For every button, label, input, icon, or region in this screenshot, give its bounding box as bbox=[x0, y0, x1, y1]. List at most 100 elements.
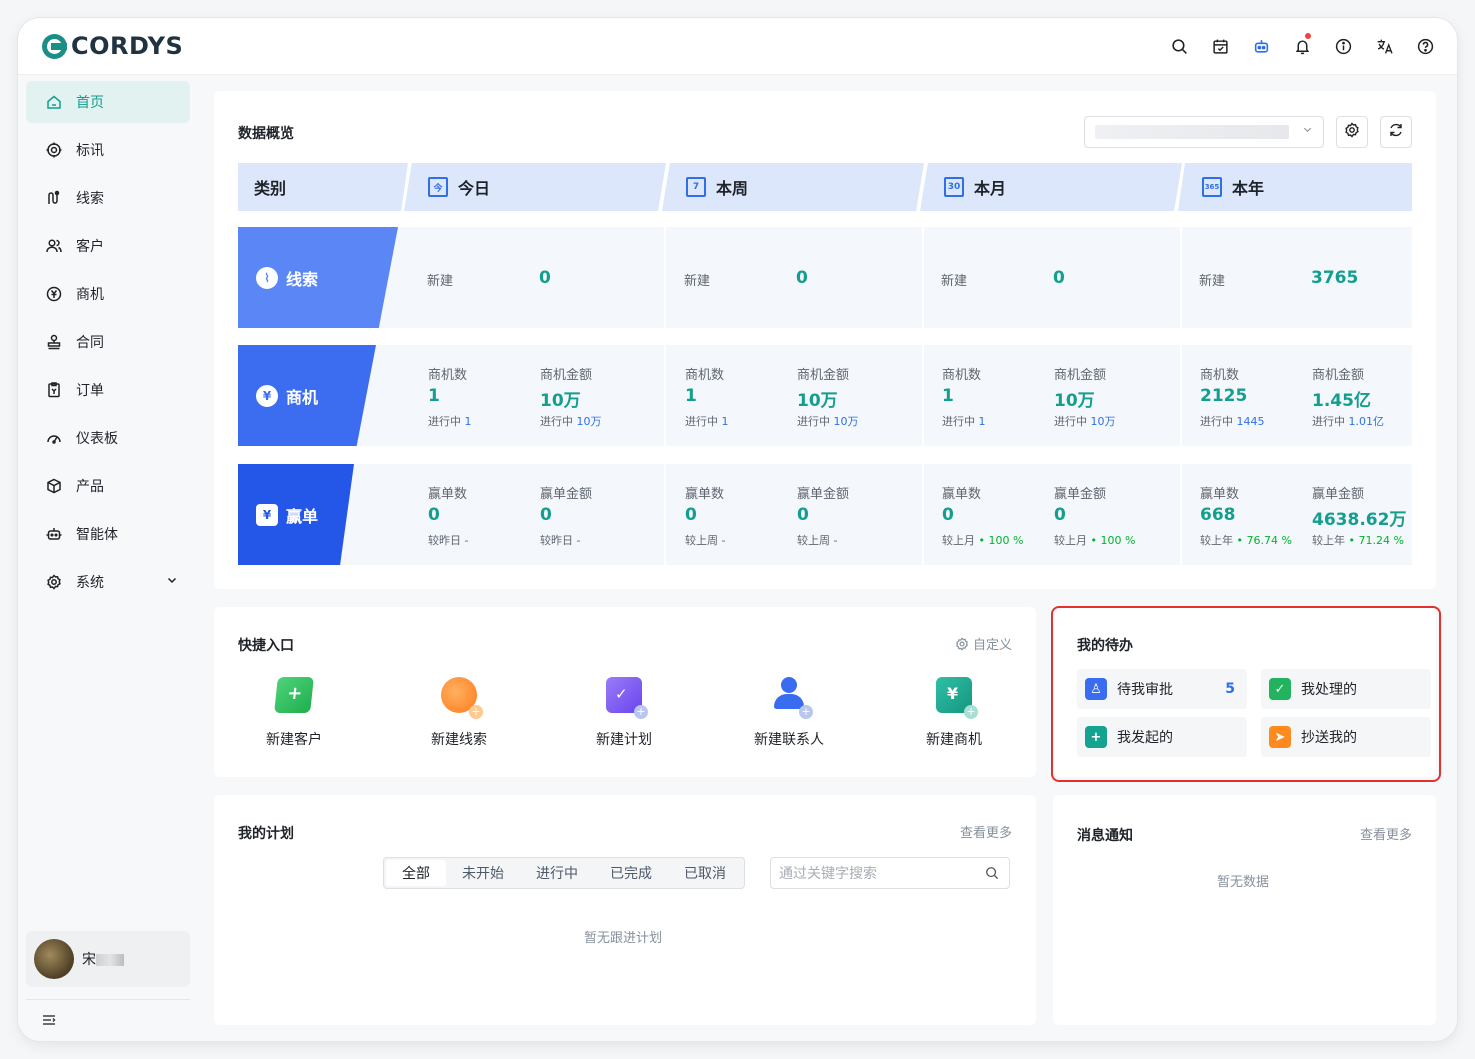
sidebar-item-label: 智能体 bbox=[76, 527, 118, 543]
user-name: 宋 bbox=[82, 949, 124, 969]
customize-button[interactable]: 自定义 bbox=[955, 634, 1012, 653]
chevron-down-icon bbox=[166, 574, 178, 589]
refresh-icon bbox=[1388, 122, 1404, 142]
new-clue-icon: + bbox=[441, 677, 483, 719]
win-count-sub: 较上年 • 76.74 % bbox=[1200, 534, 1292, 547]
win-count-label: 赢单数 bbox=[685, 487, 725, 502]
sidebar-item-system[interactable]: 系统 bbox=[26, 561, 190, 603]
sidebar-item-contract[interactable]: 合同 bbox=[26, 321, 190, 363]
plan-view-more-link[interactable]: 查看更多 bbox=[960, 822, 1012, 841]
opp-count-sub: 进行中 1 bbox=[428, 415, 472, 428]
calendar-icon: 30 bbox=[944, 177, 964, 197]
plan-status-tabs: 全部 未开始 进行中 已完成 已取消 bbox=[383, 857, 745, 889]
overview-title: 数据概览 bbox=[238, 126, 294, 142]
win-count-value: 0 bbox=[428, 505, 440, 525]
tab-not-started[interactable]: 未开始 bbox=[446, 860, 520, 886]
opp-count-sub: 进行中 1445 bbox=[1200, 415, 1265, 428]
sidebar-item-order[interactable]: 订单 bbox=[26, 369, 190, 411]
win-amount-label: 赢单金额 bbox=[1054, 487, 1107, 502]
win-amount-sub: 较上年 • 71.24 % bbox=[1312, 534, 1404, 547]
help-icon[interactable] bbox=[1415, 36, 1435, 56]
tab-all[interactable]: 全部 bbox=[386, 860, 446, 886]
sidebar-item-opportunity[interactable]: 商机 bbox=[26, 273, 190, 315]
opp-amount-label: 商机金额 bbox=[1054, 368, 1107, 383]
user-card[interactable]: 宋 bbox=[26, 931, 190, 987]
quick-new-plan[interactable]: ✓ + 新建计划 bbox=[564, 677, 684, 749]
info-icon[interactable] bbox=[1333, 36, 1353, 56]
calendar-icon: 今 bbox=[428, 177, 448, 197]
robot-icon bbox=[46, 526, 62, 542]
tab-in-progress[interactable]: 进行中 bbox=[520, 860, 594, 886]
cell-divider bbox=[1180, 345, 1182, 446]
tab-cancelled[interactable]: 已取消 bbox=[668, 860, 742, 886]
bell-icon[interactable] bbox=[1292, 33, 1312, 56]
dashboard-icon bbox=[46, 430, 62, 446]
sidebar-item-label: 产品 bbox=[76, 479, 104, 495]
win-amount-sub: 较上周 - bbox=[797, 534, 838, 547]
plan-title: 我的计划 bbox=[238, 826, 294, 842]
sidebar-item-customer[interactable]: 客户 bbox=[26, 225, 190, 267]
opp-count-label: 商机数 bbox=[428, 368, 468, 383]
logo-mark-icon bbox=[42, 33, 67, 59]
sidebar-item-label: 客户 bbox=[76, 239, 104, 255]
gear-icon bbox=[955, 636, 969, 651]
sidebar-item-dashboard[interactable]: 仪表板 bbox=[26, 417, 190, 459]
search-icon[interactable] bbox=[1169, 36, 1189, 56]
clue-week-value: 0 bbox=[796, 268, 808, 288]
clue-year-value: 3765 bbox=[1311, 268, 1359, 288]
logo-text: CORDYS bbox=[71, 32, 184, 60]
sidebar-item-product[interactable]: 产品 bbox=[26, 465, 190, 507]
win-count-value: 0 bbox=[685, 505, 697, 525]
opp-amount-sub: 进行中 1.01亿 bbox=[1312, 415, 1384, 428]
scope-select[interactable] bbox=[1084, 116, 1324, 148]
collapse-sidebar-icon[interactable] bbox=[42, 1013, 56, 1031]
cell-divider bbox=[664, 464, 666, 565]
avatar bbox=[34, 939, 74, 979]
sidebar-item-label: 商机 bbox=[76, 287, 104, 303]
calendar-icon[interactable] bbox=[1210, 36, 1230, 56]
translate-icon[interactable] bbox=[1374, 36, 1394, 56]
sidebar-item-home[interactable]: 首页 bbox=[26, 81, 190, 123]
refresh-button[interactable] bbox=[1380, 116, 1412, 148]
sidebar-item-label: 合同 bbox=[76, 335, 104, 351]
highlight-box bbox=[1051, 606, 1441, 782]
sidebar-divider bbox=[26, 999, 190, 1000]
sidebar: 首页 标讯 线索 客户 商机 合同 订单 仪表板 产品 智能体 系统 宋 bbox=[18, 75, 198, 1041]
row-label-opportunity: ¥ 商机 bbox=[238, 345, 376, 446]
logo[interactable]: CORDYS bbox=[42, 32, 183, 60]
opp-amount-value: 10万 bbox=[1054, 391, 1095, 411]
clue-week-label: 新建 bbox=[684, 274, 711, 289]
overview-settings-button[interactable] bbox=[1336, 116, 1368, 148]
win-count-sub: 较上月 • 100 % bbox=[942, 534, 1024, 547]
new-plan-icon: ✓ + bbox=[606, 677, 648, 719]
app-window: CORDYS 首页 标讯 线索 客户 商机 合同 订单 仪表板 产品 智能体 系… bbox=[18, 18, 1457, 1041]
cell-divider bbox=[922, 464, 924, 565]
row-win bbox=[238, 464, 1412, 565]
quick-new-customer[interactable]: + 新建客户 bbox=[234, 677, 354, 749]
win-count-label: 赢单数 bbox=[942, 487, 982, 502]
plan-search-input[interactable]: 通过关键字搜索 bbox=[770, 857, 1010, 889]
new-opportunity-icon: ¥ + bbox=[936, 677, 978, 719]
win-count-value: 0 bbox=[942, 505, 954, 525]
win-amount-value: 0 bbox=[1054, 505, 1066, 525]
opp-count-value: 1 bbox=[942, 386, 954, 406]
sidebar-item-bidding[interactable]: 标讯 bbox=[26, 129, 190, 171]
cell-divider bbox=[1180, 464, 1182, 565]
notice-card: 消息通知 查看更多 暂无数据 bbox=[1053, 795, 1436, 1025]
opp-count-label: 商机数 bbox=[685, 368, 725, 383]
tab-completed[interactable]: 已完成 bbox=[594, 860, 668, 886]
sidebar-item-agent[interactable]: 智能体 bbox=[26, 513, 190, 555]
win-count-value: 668 bbox=[1200, 505, 1236, 525]
quick-new-clue[interactable]: + 新建线索 bbox=[399, 677, 519, 749]
quick-new-contact[interactable]: + 新建联系人 bbox=[729, 677, 849, 749]
clue-year-label: 新建 bbox=[1199, 274, 1226, 289]
notice-view-more-link[interactable]: 查看更多 bbox=[1360, 824, 1412, 843]
robot-icon[interactable] bbox=[1251, 36, 1271, 56]
cell-divider bbox=[664, 227, 666, 328]
win-amount-label: 赢单金额 bbox=[1312, 487, 1365, 502]
sidebar-item-clue[interactable]: 线索 bbox=[26, 177, 190, 219]
quick-new-opportunity[interactable]: ¥ + 新建商机 bbox=[894, 677, 1014, 749]
chevron-down-icon bbox=[1302, 124, 1313, 138]
opp-amount-value: 10万 bbox=[797, 391, 838, 411]
win-amount-sub: 较上月 • 100 % bbox=[1054, 534, 1136, 547]
